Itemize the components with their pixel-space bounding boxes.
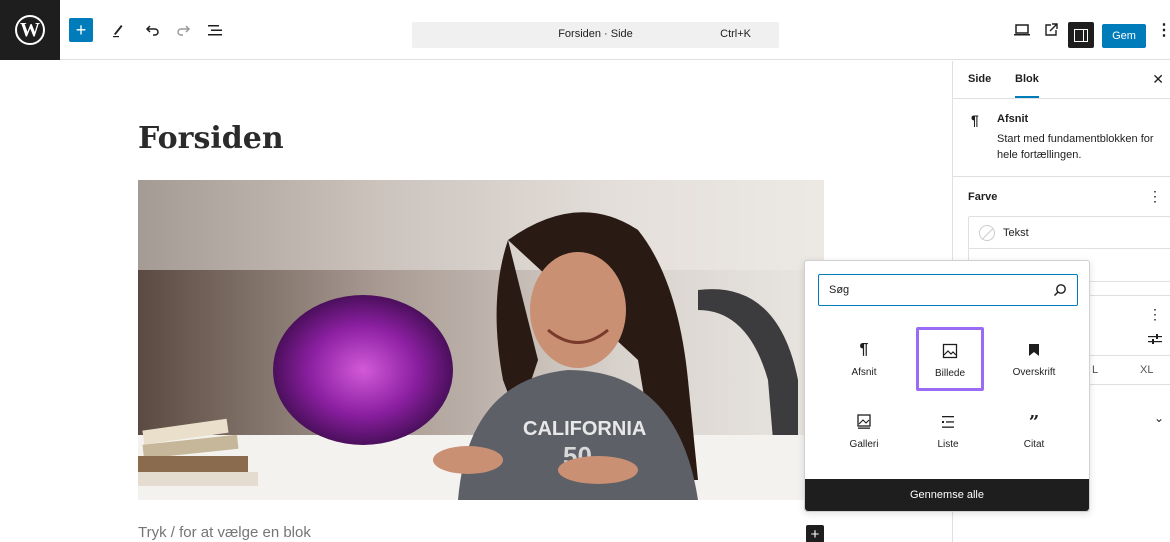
- more-options-icon[interactable]: ⋮: [1148, 306, 1162, 323]
- tab-blok[interactable]: Blok: [1015, 73, 1039, 98]
- settings-sidebar-toggle[interactable]: [1068, 22, 1094, 48]
- block-liste[interactable]: Liste: [905, 401, 991, 457]
- image-icon: [942, 340, 958, 362]
- quote-icon: ”: [1028, 411, 1040, 433]
- size-option-l[interactable]: L: [1092, 364, 1098, 376]
- document-bar[interactable]: Forsiden · Side Ctrl+K: [412, 22, 779, 48]
- editor-toolbar: W + Forsiden · Side Ctrl+K Gem ⋮: [0, 0, 1170, 60]
- plus-icon: +: [75, 19, 87, 40]
- search-input[interactable]: [829, 284, 1053, 296]
- paragraph-icon: ¶: [859, 341, 869, 358]
- gallery-icon: [856, 411, 872, 433]
- settings-icon[interactable]: [1148, 333, 1162, 345]
- plus-icon: +: [810, 525, 820, 542]
- inserter-search[interactable]: [818, 274, 1078, 306]
- empty-swatch-icon: [979, 224, 995, 241]
- block-placeholder[interactable]: Tryk / for at vælge en blok: [138, 524, 311, 541]
- external-link-icon: [1045, 23, 1058, 36]
- heading-icon: [1028, 339, 1040, 361]
- block-overskrift[interactable]: Overskrift: [991, 329, 1077, 385]
- block-label: Billede: [934, 368, 966, 379]
- redo-icon: [177, 25, 191, 36]
- color-option-text[interactable]: Tekst: [969, 217, 1170, 249]
- block-billede[interactable]: Billede: [916, 327, 984, 391]
- sidebar-tabs: Side Blok ✕: [953, 61, 1170, 99]
- block-label: Liste: [937, 439, 959, 450]
- page-title[interactable]: Forsiden: [138, 121, 284, 156]
- color-option-label: Tekst: [1003, 226, 1029, 239]
- svg-text:CALIFORNIA: CALIFORNIA: [523, 418, 646, 440]
- featured-image[interactable]: CALIFORNIA 50: [138, 180, 824, 500]
- font-size-picker: L XL: [1083, 355, 1170, 385]
- wordpress-logo[interactable]: W: [0, 0, 60, 60]
- redo-button[interactable]: [172, 18, 196, 42]
- block-card-title: Afsnit: [997, 113, 1029, 125]
- desktop-view-icon: [1014, 24, 1030, 36]
- quick-inserter: ¶ Afsnit Billede Overskrift Galleri: [804, 260, 1090, 512]
- color-section-title: Farve: [968, 191, 998, 203]
- wordpress-icon: W: [15, 15, 45, 45]
- view-page-button[interactable]: [1039, 18, 1063, 42]
- undo-icon: [145, 25, 159, 36]
- tools-button[interactable]: [106, 18, 130, 42]
- command-shortcut: Ctrl+K: [720, 28, 751, 40]
- photo-illustration: CALIFORNIA 50: [138, 180, 824, 500]
- more-options-icon: ⋮: [1156, 22, 1170, 39]
- list-view-icon: [208, 25, 222, 36]
- close-icon[interactable]: ✕: [1152, 71, 1164, 88]
- block-afsnit[interactable]: ¶ Afsnit: [821, 329, 907, 385]
- sidebar-toggle-icon: [1074, 28, 1088, 42]
- block-card-description: Start med fundamentblokken for hele fort…: [997, 133, 1154, 161]
- block-galleri[interactable]: Galleri: [821, 401, 907, 457]
- block-inserter-toggle[interactable]: +: [69, 18, 93, 42]
- search-icon: [1053, 284, 1066, 297]
- chevron-down-icon[interactable]: ⌄: [1154, 411, 1164, 425]
- block-label: Overskrift: [1012, 367, 1056, 378]
- save-button[interactable]: Gem: [1102, 24, 1146, 48]
- list-view-button[interactable]: [203, 18, 227, 42]
- size-option-xl[interactable]: XL: [1140, 364, 1153, 376]
- undo-button[interactable]: [140, 18, 164, 42]
- pencil-icon: [113, 25, 123, 38]
- tab-side[interactable]: Side: [968, 73, 991, 85]
- add-block-button[interactable]: +: [806, 525, 824, 542]
- block-label: Citat: [1023, 439, 1045, 450]
- block-label: Galleri: [849, 439, 879, 450]
- browse-all-button[interactable]: Gennemse alle: [805, 479, 1089, 511]
- preview-button[interactable]: [1010, 18, 1034, 42]
- block-card: ¶ Afsnit Start med fundamentblokken for …: [953, 99, 1170, 177]
- block-citat[interactable]: ” Citat: [991, 401, 1077, 457]
- list-icon: [940, 411, 956, 433]
- paragraph-icon: ¶: [971, 112, 979, 128]
- options-button[interactable]: ⋮: [1152, 18, 1170, 42]
- more-options-icon[interactable]: ⋮: [1148, 188, 1162, 205]
- block-label: Afsnit: [851, 367, 877, 378]
